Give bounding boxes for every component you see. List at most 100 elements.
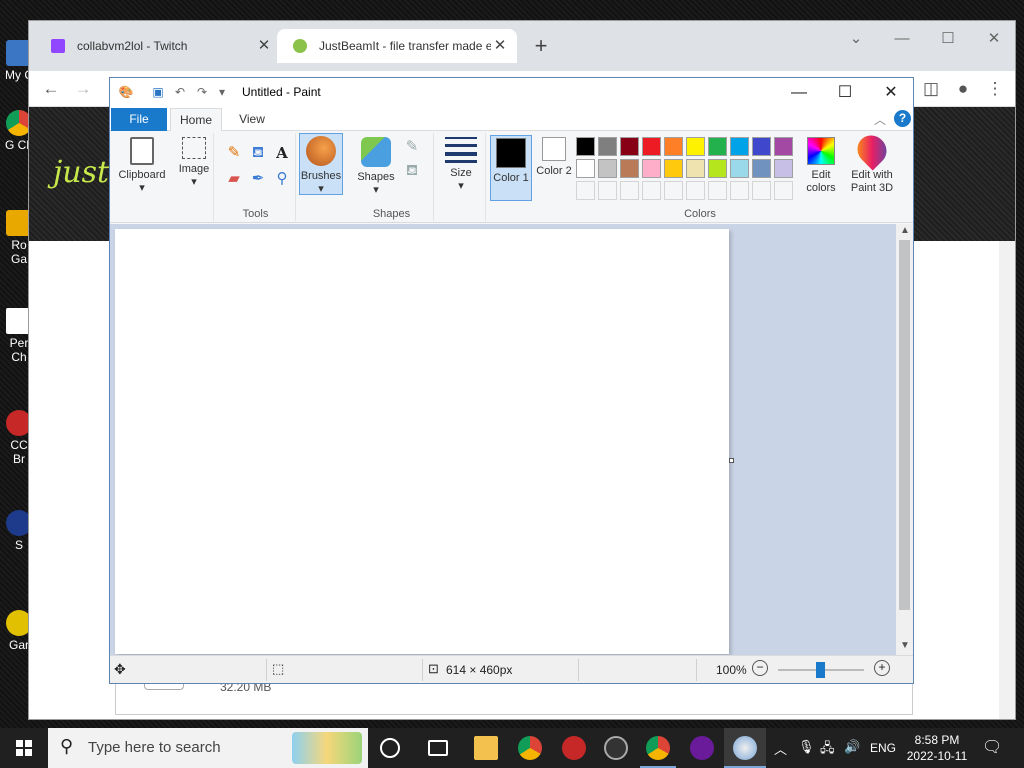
color2-button[interactable]: Color 2 <box>534 135 574 201</box>
tab-twitch[interactable]: collabvm2lol - Twitch <box>35 29 275 63</box>
color-swatch[interactable] <box>730 159 749 178</box>
color-swatch[interactable] <box>686 137 705 156</box>
zoom-in-icon[interactable]: + <box>874 660 890 676</box>
tray-overflow-icon[interactable]: ︿ <box>774 739 787 758</box>
save-icon[interactable]: ▣ <box>150 84 166 100</box>
profile-avatar-icon[interactable]: ● <box>949 75 977 103</box>
custom-color-slot[interactable] <box>708 181 727 200</box>
color-swatch[interactable] <box>752 159 771 178</box>
edit-paint3d-button[interactable]: Edit with Paint 3D <box>844 129 900 199</box>
chrome-icon-2[interactable] <box>646 736 670 760</box>
custom-color-slot[interactable] <box>664 181 683 200</box>
eraser-icon[interactable]: ▰ <box>224 169 244 189</box>
forward-arrow-icon[interactable]: → <box>69 75 97 103</box>
redo-icon[interactable]: ↷ <box>194 84 210 100</box>
magnifier-icon[interactable]: ⚲ <box>272 169 292 189</box>
side-panel-icon[interactable]: ◫ <box>917 75 945 103</box>
color-swatch[interactable] <box>598 159 617 178</box>
drawing-canvas[interactable] <box>115 229 729 654</box>
scroll-up-icon[interactable]: ▲ <box>900 225 910 236</box>
custom-color-slot[interactable] <box>642 181 661 200</box>
tab-justbeamit[interactable]: JustBeamIt - file transfer made e ✕ <box>277 29 517 63</box>
paint-app-icon[interactable]: 🎨 <box>118 84 134 100</box>
cortana-icon[interactable] <box>380 738 400 758</box>
color-swatch[interactable] <box>642 137 661 156</box>
network-icon[interactable]: 🖧 <box>820 739 835 761</box>
pencil-icon[interactable]: ✎ <box>224 143 244 163</box>
maximize-icon[interactable]: ☐ <box>822 78 868 107</box>
custom-color-slot[interactable] <box>774 181 793 200</box>
minimize-icon[interactable]: — <box>879 25 925 53</box>
minimize-icon[interactable]: — <box>776 78 822 107</box>
color-swatch[interactable] <box>752 137 771 156</box>
color-swatch[interactable] <box>730 137 749 156</box>
color-swatch[interactable] <box>686 159 705 178</box>
collapse-ribbon-icon[interactable]: ︿ <box>874 111 886 128</box>
color-swatch[interactable] <box>774 137 793 156</box>
taskbar-search[interactable]: ⚲ Type here to search <box>48 728 368 768</box>
shapes-button[interactable]: Shapes ▾ <box>354 135 398 197</box>
color-swatch[interactable] <box>620 159 639 178</box>
custom-color-slot[interactable] <box>686 181 705 200</box>
help-icon[interactable]: ? <box>894 110 911 127</box>
file-explorer-icon[interactable] <box>474 736 498 760</box>
customize-qat-icon[interactable]: ▾ <box>214 84 230 100</box>
notifications-icon[interactable]: 🗨 <box>982 737 1002 757</box>
image-button[interactable]: Image ▾ <box>176 135 212 217</box>
microphone-icon[interactable]: 🎙 <box>798 739 815 755</box>
color-swatch[interactable] <box>620 137 639 156</box>
zoom-out-icon[interactable]: − <box>752 660 768 676</box>
ccleaner-icon[interactable] <box>562 736 586 760</box>
custom-color-slot[interactable] <box>752 181 771 200</box>
color-picker-icon[interactable]: ✒ <box>248 169 268 189</box>
close-icon[interactable]: ✕ <box>868 78 914 107</box>
outline-icon[interactable]: ✎ <box>402 137 422 157</box>
back-arrow-icon[interactable]: ← <box>37 75 65 103</box>
size-button[interactable]: Size ▾ <box>440 135 482 203</box>
shape-fill-icon[interactable]: ⛾ <box>402 161 422 181</box>
color-swatch[interactable] <box>664 159 683 178</box>
canvas-resize-handle[interactable] <box>729 458 734 463</box>
close-icon[interactable]: ✕ <box>971 25 1017 53</box>
page-scrollbar[interactable] <box>999 241 1015 719</box>
tab-home[interactable]: Home <box>170 108 222 131</box>
color-swatch[interactable] <box>708 159 727 178</box>
scroll-down-icon[interactable]: ▼ <box>900 640 910 651</box>
custom-color-slot[interactable] <box>730 181 749 200</box>
start-button[interactable] <box>0 728 48 768</box>
custom-color-slot[interactable] <box>620 181 639 200</box>
tab-search-icon[interactable]: ⌄ <box>833 25 879 53</box>
scroll-thumb[interactable] <box>899 240 910 610</box>
paint3d-icon[interactable] <box>690 736 714 760</box>
steam-icon[interactable] <box>604 736 628 760</box>
tab-view[interactable]: View <box>230 108 274 131</box>
color-swatch[interactable] <box>774 159 793 178</box>
new-tab-button[interactable]: + <box>529 31 553 61</box>
text-icon[interactable]: A <box>272 143 292 163</box>
task-view-icon[interactable] <box>428 740 448 756</box>
chrome-icon[interactable] <box>518 736 542 760</box>
color-swatch[interactable] <box>664 137 683 156</box>
paint-taskbar-button[interactable] <box>724 728 766 768</box>
color-swatch[interactable] <box>708 137 727 156</box>
color1-button[interactable]: Color 1 <box>490 135 532 201</box>
color-swatch[interactable] <box>576 159 595 178</box>
tab-file[interactable]: File <box>111 108 167 131</box>
menu-kebab-icon[interactable]: ⋮ <box>981 75 1009 103</box>
color-swatch[interactable] <box>598 137 617 156</box>
custom-color-slot[interactable] <box>576 181 595 200</box>
fill-icon[interactable]: ⛾ <box>248 143 268 163</box>
vertical-scrollbar[interactable]: ▲ ▼ <box>896 224 913 655</box>
zoom-slider-thumb[interactable] <box>816 662 825 678</box>
volume-icon[interactable]: 🔊 <box>844 739 860 755</box>
clipboard-button[interactable]: Clipboard ▾ <box>114 135 170 217</box>
close-icon[interactable]: ✕ <box>491 29 509 63</box>
clock[interactable]: 8:58 PM 2022-10-11 <box>898 732 976 764</box>
color-swatch[interactable] <box>642 159 661 178</box>
language-indicator[interactable]: ENG <box>870 741 896 755</box>
tab-close-twitch[interactable]: ✕ <box>251 29 275 63</box>
edit-colors-button[interactable]: Edit colors <box>800 135 842 201</box>
color-swatch[interactable] <box>576 137 595 156</box>
brushes-button[interactable]: Brushes ▾ <box>299 133 343 195</box>
maximize-icon[interactable]: ☐ <box>925 25 971 53</box>
